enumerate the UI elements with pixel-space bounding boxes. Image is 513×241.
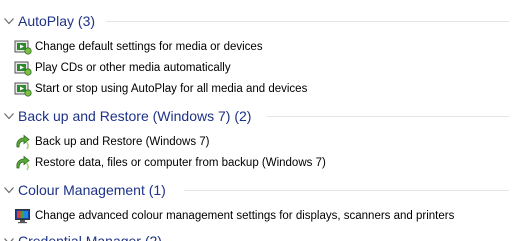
group-title: Credential Manager (2) — [18, 233, 162, 241]
backup-restore-icon — [16, 155, 30, 171]
chevron-down-icon[interactable] — [3, 15, 15, 27]
group-title: Back up and Restore (Windows 7) (2) — [18, 108, 252, 124]
item-label: Play CDs or other media automatically — [35, 62, 231, 74]
autoplay-icon — [14, 40, 32, 55]
group-divider — [267, 116, 509, 117]
group-divider — [184, 190, 509, 191]
group-title: Colour Management (1) — [18, 182, 166, 198]
item-label: Back up and Restore (Windows 7) — [35, 136, 210, 148]
autoplay-icon — [14, 61, 32, 76]
control-panel-search-results: AutoPlay (3) Change default settings for… — [0, 0, 513, 241]
list-item[interactable]: Start or stop using AutoPlay for all med… — [14, 79, 307, 99]
item-label: Change default settings for media or dev… — [35, 41, 263, 53]
list-item[interactable]: Change default settings for media or dev… — [14, 37, 263, 57]
list-item[interactable]: Back up and Restore (Windows 7) — [14, 132, 210, 152]
autoplay-icon — [14, 82, 32, 97]
list-item[interactable]: Change advanced colour management settin… — [14, 206, 454, 226]
group-header-credential-manager[interactable]: Credential Manager (2) — [0, 230, 513, 241]
chevron-down-icon[interactable] — [3, 184, 15, 196]
group-header-colour-management[interactable]: Colour Management (1) — [0, 179, 513, 201]
group-title: AutoPlay (3) — [18, 13, 96, 29]
group-header-backup-restore[interactable]: Back up and Restore (Windows 7) (2) — [0, 105, 513, 127]
list-item[interactable]: Restore data, files or computer from bac… — [14, 153, 326, 173]
backup-restore-icon — [16, 134, 30, 150]
colour-management-icon — [15, 209, 30, 224]
item-label: Start or stop using AutoPlay for all med… — [35, 83, 308, 95]
chevron-down-icon[interactable] — [3, 110, 15, 122]
group-divider — [106, 21, 509, 22]
list-item[interactable]: Play CDs or other media automatically — [14, 58, 231, 78]
group-header-autoplay[interactable]: AutoPlay (3) — [0, 10, 513, 32]
chevron-down-icon[interactable] — [3, 235, 15, 241]
item-label: Restore data, files or computer from bac… — [35, 157, 326, 169]
item-label: Change advanced colour management settin… — [35, 210, 455, 222]
